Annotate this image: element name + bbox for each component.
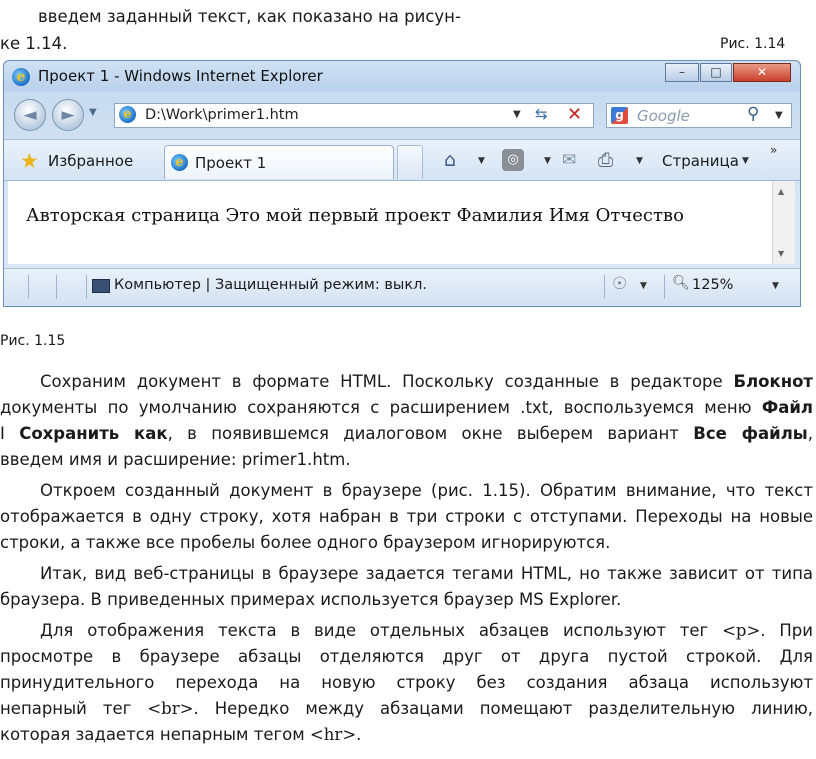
paragraph-1-line-1: Сохраним документ в формате HTML. Поскол… — [40, 372, 813, 391]
feeds-icon[interactable]: ◎ — [502, 149, 524, 171]
intro-line-1: введем заданный текст, как показано на р… — [38, 7, 461, 26]
vertical-scrollbar[interactable]: ▲ ▼ — [772, 181, 795, 264]
page-content-area: Авторская страница Это мой первый проект… — [8, 181, 772, 264]
scroll-up-icon[interactable]: ▲ — [778, 187, 784, 196]
zoom-icon[interactable]: 🔍︎ — [672, 275, 690, 291]
chevron-more-icon[interactable]: » — [770, 143, 777, 157]
address-dropdown-icon[interactable]: ▼ — [513, 109, 521, 120]
ie-logo-icon: e — [12, 68, 30, 86]
intro-line-2: ке 1.14. — [0, 34, 68, 53]
protected-mode-icon[interactable]: ☉ — [612, 274, 627, 294]
print-dropdown-icon[interactable]: ▼ — [636, 156, 643, 166]
close-button[interactable]: ✕ — [733, 63, 791, 82]
new-tab-button[interactable] — [397, 145, 423, 179]
forward-button[interactable]: ► — [52, 99, 84, 131]
stop-icon[interactable]: ✕ — [567, 104, 582, 125]
paragraph-4-line-1: Для отображения текста в виде отдельных … — [40, 621, 813, 640]
search-input[interactable]: Google — [637, 107, 690, 125]
paragraph-3-line-1: Итак, вид веб-страницы в браузере задает… — [40, 564, 813, 583]
scroll-down-icon[interactable]: ▼ — [778, 249, 784, 258]
maximize-button[interactable]: □ — [700, 63, 732, 82]
feeds-dropdown-icon[interactable]: ▼ — [544, 156, 551, 166]
print-icon[interactable]: ⎙ — [598, 149, 613, 171]
computer-icon — [92, 279, 110, 293]
google-icon: g — [611, 107, 628, 124]
page-text: Авторская страница Это мой первый проект… — [26, 205, 684, 226]
tab-page-icon: e — [171, 154, 188, 171]
paragraph-2-line-1: Откроем созданный документ в браузере (р… — [40, 481, 813, 500]
paragraph-4-line-5: которая задается непарным тегом <hr>. — [0, 725, 362, 744]
paragraph-3-line-2: браузера. В приведенных примерах использ… — [0, 590, 622, 609]
minimize-button[interactable]: – — [665, 63, 699, 82]
paragraph-4-line-2: просмотре в браузере абзацы отделяются д… — [0, 647, 813, 666]
status-text: Компьютер | Защищенный режим: выкл. — [114, 277, 427, 293]
paragraph-2-line-3: строки, а также все пробелы более одного… — [0, 533, 611, 552]
page-menu-dropdown-icon[interactable]: ▼ — [742, 156, 749, 166]
tab-project-1[interactable]: e Проект 1 — [164, 145, 394, 179]
paragraph-4-line-4: непарный тег <br>. Нередко между абзацам… — [0, 699, 813, 718]
paragraph-1-line-2: документы по умолчанию сохраняются с рас… — [0, 398, 813, 417]
history-dropdown-icon[interactable]: ▼ — [89, 107, 97, 118]
mail-icon[interactable]: ✉ — [562, 150, 576, 170]
favorites-button[interactable]: Избранное — [48, 152, 133, 170]
protected-mode-dropdown-icon[interactable]: ▼ — [640, 281, 647, 291]
home-icon[interactable]: ⌂ — [444, 149, 456, 171]
figure-caption-1-14: Рис. 1.14 — [720, 36, 786, 52]
window-title: Проект 1 - Windows Internet Explorer — [38, 67, 323, 85]
address-input[interactable]: D:\Work\primer1.htm — [145, 107, 299, 123]
figure-caption-1-15: Рис. 1.15 — [0, 333, 66, 349]
star-icon[interactable]: ★ — [20, 149, 39, 173]
title-bar: e Проект 1 - Windows Internet Explorer –… — [4, 61, 800, 93]
tab-label: Проект 1 — [195, 154, 267, 172]
back-button[interactable]: ◄ — [14, 99, 46, 131]
zoom-level[interactable]: 125% — [692, 277, 733, 293]
ie-window: e Проект 1 - Windows Internet Explorer –… — [3, 60, 801, 307]
paragraph-4-line-3: принудительного перехода на новую строку… — [0, 673, 813, 692]
zoom-dropdown-icon[interactable]: ▼ — [772, 281, 779, 291]
search-box[interactable]: g Google ⚲ ▼ — [606, 103, 792, 128]
home-dropdown-icon[interactable]: ▼ — [478, 156, 485, 166]
search-dropdown-icon[interactable]: ▼ — [775, 110, 783, 121]
paragraph-1-line-3: I Сохранить как, в появившемся диалогово… — [0, 424, 813, 443]
paragraph-2-line-2: отображается в одну строку, хотя набран … — [0, 507, 813, 526]
paragraph-1-line-4: введем имя и расширение: primer1.htm. — [0, 450, 351, 469]
address-bar[interactable]: e D:\Work\primer1.htm ▼ ⇆ ✕ — [114, 103, 594, 128]
page-menu-button[interactable]: Страница — [662, 152, 739, 170]
refresh-icon[interactable]: ⇆ — [535, 105, 548, 123]
page-icon: e — [119, 106, 136, 123]
search-icon[interactable]: ⚲ — [747, 104, 759, 124]
